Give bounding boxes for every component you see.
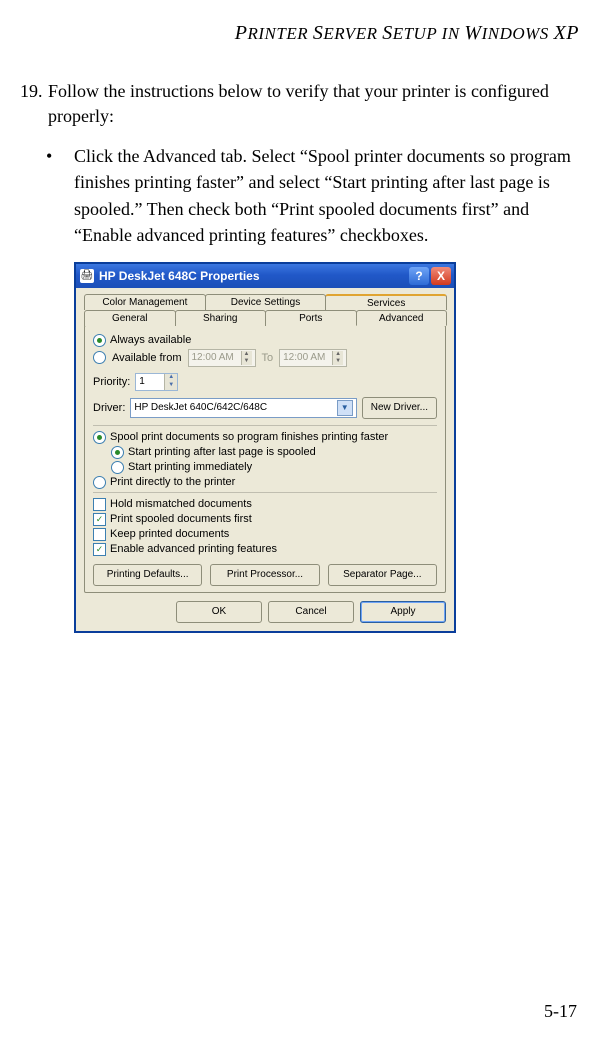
priority-spinner[interactable]: ▲▼ <box>164 374 177 390</box>
tab-row-1: Color Management Device Settings Service… <box>84 294 446 310</box>
tab-row-2: General Sharing Ports Advanced <box>84 310 446 326</box>
check-print-spooled-first[interactable]: ✓ <box>93 513 106 526</box>
cancel-button[interactable]: Cancel <box>268 601 354 623</box>
embedded-screenshot: 🖨 HP DeskJet 648C Properties ? X Color M… <box>74 262 579 633</box>
apply-button[interactable]: Apply <box>360 601 446 623</box>
label-print-spooled-first: Print spooled documents first <box>110 513 252 525</box>
step-19: 19. Follow the instructions below to ver… <box>20 79 579 129</box>
label-spool-immediately: Start printing immediately <box>128 461 252 473</box>
tab-general[interactable]: General <box>84 310 176 326</box>
label-spool: Spool print documents so program finishe… <box>110 431 388 443</box>
divider <box>93 492 437 493</box>
new-driver-button[interactable]: New Driver... <box>362 397 437 419</box>
label-spool-after-last: Start printing after last page is spoole… <box>128 446 316 458</box>
label-print-direct: Print directly to the printer <box>110 476 235 488</box>
tab-advanced[interactable]: Advanced <box>356 310 448 326</box>
properties-dialog: 🖨 HP DeskJet 648C Properties ? X Color M… <box>74 262 456 633</box>
driver-select[interactable]: HP DeskJet 640C/642C/648C ▼ <box>130 398 356 418</box>
time-to-input[interactable]: 12:00 AM ▲▼ <box>279 349 347 367</box>
substep-bullet: • Click the Advanced tab. Select “Spool … <box>20 143 579 247</box>
tab-color-management[interactable]: Color Management <box>84 294 206 310</box>
label-time-to: To <box>262 352 274 364</box>
step-text: Follow the instructions below to verify … <box>48 79 579 129</box>
label-hold-mismatched: Hold mismatched documents <box>110 498 252 510</box>
titlebar[interactable]: 🖨 HP DeskJet 648C Properties ? X <box>76 264 454 288</box>
driver-value: HP DeskJet 640C/642C/648C <box>134 402 267 413</box>
step-number: 19. <box>20 79 48 129</box>
label-priority: Priority: <box>93 376 130 388</box>
radio-spool[interactable] <box>93 431 106 444</box>
time-from-spinner[interactable]: ▲▼ <box>241 351 252 365</box>
label-always-available: Always available <box>110 334 191 346</box>
tab-sharing[interactable]: Sharing <box>175 310 267 326</box>
time-to-value: 12:00 AM <box>283 352 325 363</box>
check-hold-mismatched[interactable] <box>93 498 106 511</box>
radio-available-from[interactable] <box>93 351 106 364</box>
printing-defaults-button[interactable]: Printing Defaults... <box>93 564 202 586</box>
check-keep-printed[interactable] <box>93 528 106 541</box>
label-enable-advanced: Enable advanced printing features <box>110 543 277 555</box>
tab-device-settings[interactable]: Device Settings <box>205 294 327 310</box>
ok-button[interactable]: OK <box>176 601 262 623</box>
separator-page-button[interactable]: Separator Page... <box>328 564 437 586</box>
time-to-spinner[interactable]: ▲▼ <box>332 351 343 365</box>
tab-services[interactable]: Services <box>325 294 447 310</box>
label-available-from: Available from <box>112 352 182 364</box>
radio-spool-after-last[interactable] <box>111 446 124 459</box>
dialog-title: HP DeskJet 648C Properties <box>99 269 407 283</box>
help-button[interactable]: ? <box>409 267 429 285</box>
print-processor-button[interactable]: Print Processor... <box>210 564 319 586</box>
bullet-mark: • <box>46 143 74 247</box>
tab-ports[interactable]: Ports <box>265 310 357 326</box>
close-button[interactable]: X <box>431 267 451 285</box>
page-number: 5-17 <box>544 1001 577 1022</box>
radio-print-direct[interactable] <box>93 476 106 489</box>
time-from-value: 12:00 AM <box>192 352 234 363</box>
priority-input[interactable]: 1 ▲▼ <box>135 373 178 391</box>
divider <box>93 425 437 426</box>
label-driver: Driver: <box>93 402 125 414</box>
time-from-input[interactable]: 12:00 AM ▲▼ <box>188 349 256 367</box>
priority-value: 1 <box>139 376 145 387</box>
running-header: PRINTER SERVER SETUP IN WINDOWS XP <box>20 22 579 45</box>
printer-icon: 🖨 <box>80 269 94 283</box>
advanced-tab-panel: Always available Available from 12:00 AM… <box>84 325 446 593</box>
radio-spool-immediately[interactable] <box>111 461 124 474</box>
bullet-text: Click the Advanced tab. Select “Spool pr… <box>74 143 579 247</box>
chevron-down-icon[interactable]: ▼ <box>337 400 353 416</box>
label-keep-printed: Keep printed documents <box>110 528 229 540</box>
radio-always-available[interactable] <box>93 334 106 347</box>
check-enable-advanced[interactable]: ✓ <box>93 543 106 556</box>
